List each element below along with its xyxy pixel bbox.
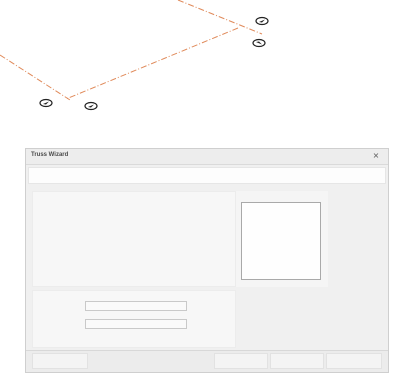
- parameter-field-1[interactable]: [85, 301, 187, 311]
- grid-line: [177, 0, 263, 35]
- footer-button-4[interactable]: [326, 353, 382, 369]
- drawing-canvas[interactable]: [0, 0, 400, 150]
- footer-button-3[interactable]: [270, 353, 324, 369]
- section-marker-icon[interactable]: [39, 98, 53, 108]
- dialog-titlebar[interactable]: Truss Wizard ×: [26, 149, 388, 165]
- dialog-footer: [26, 350, 388, 372]
- options-panel: [32, 191, 236, 287]
- wizard-header-strip: [28, 167, 386, 184]
- grid-line: [65, 27, 239, 100]
- truss-preview-box: [241, 202, 321, 280]
- parameters-panel: [32, 290, 236, 348]
- dialog-title: Truss Wizard: [31, 152, 69, 158]
- parameter-field-2[interactable]: [85, 319, 187, 329]
- section-marker-icon[interactable]: [84, 101, 98, 111]
- truss-wizard-dialog: Truss Wizard ×: [25, 148, 389, 373]
- section-marker-icon[interactable]: [252, 38, 266, 48]
- section-marker-icon[interactable]: [255, 16, 269, 26]
- footer-button-2[interactable]: [214, 353, 268, 369]
- grid-line: [0, 54, 71, 101]
- footer-button-1[interactable]: [32, 353, 88, 369]
- close-icon[interactable]: ×: [371, 151, 381, 161]
